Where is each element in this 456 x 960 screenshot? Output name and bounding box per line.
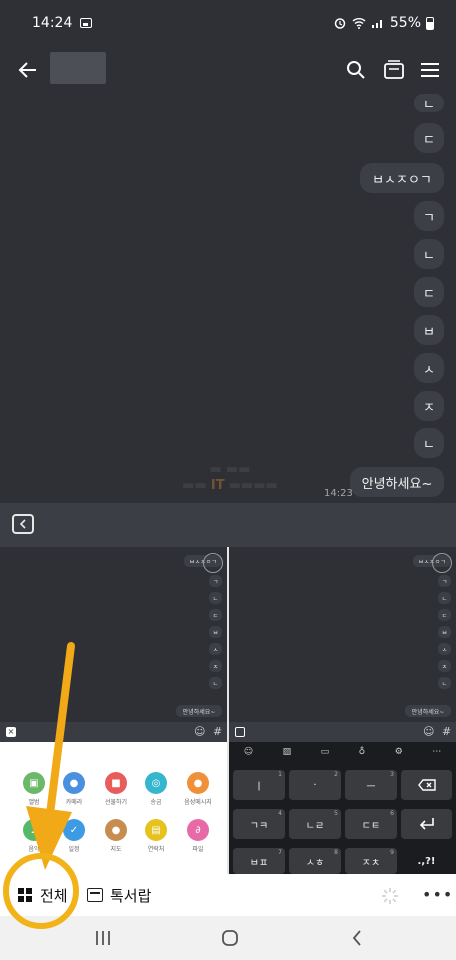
screen: 14:24 55% ㄴ ㄷ ㅂㅅㅈㅇㄱ ㄱ ㄴ ㄷ ㅂ ㅅ ㅈ ㄴ 안녕하세요~… [0,0,456,960]
annotation-arrow [26,642,75,870]
annotation-highlight-circle [3,853,79,929]
